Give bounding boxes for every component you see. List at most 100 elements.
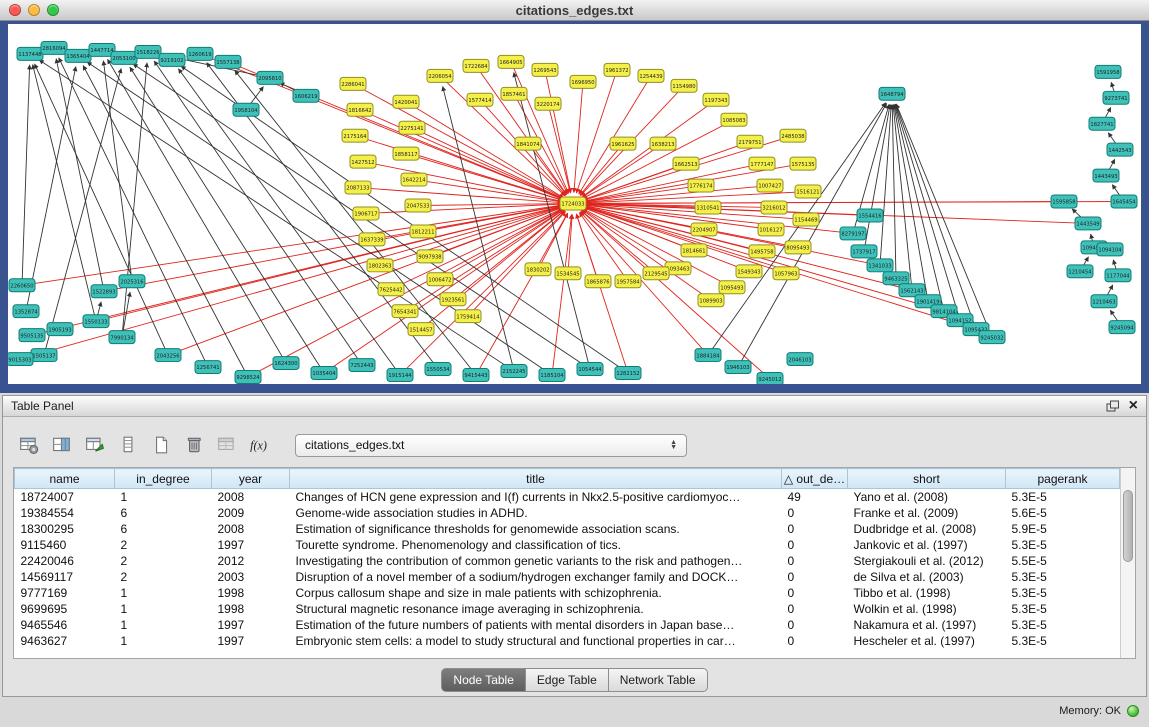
graph-node[interactable]: 9219102 [159, 53, 185, 66]
graph-node[interactable]: 1648794 [879, 87, 905, 100]
table-cell[interactable]: 0 [782, 521, 848, 537]
table-cell[interactable]: 0 [782, 553, 848, 569]
new-document-button[interactable] [147, 432, 175, 458]
tab-network-table[interactable]: Network Table [609, 668, 708, 692]
graph-node[interactable]: 1137448 [17, 47, 43, 60]
table-cell[interactable]: 5.3E-5 [1006, 537, 1120, 553]
graph-node[interactable]: 1638213 [650, 137, 676, 150]
table-cell[interactable]: Investigating the contribution of common… [290, 553, 782, 569]
table-cell[interactable]: 5.3E-5 [1006, 585, 1120, 601]
table-cell[interactable]: 2 [115, 553, 212, 569]
graph-node[interactable]: 1557138 [215, 55, 241, 68]
graph-node[interactable]: 1016127 [758, 223, 784, 236]
graph-node[interactable]: 1884184 [695, 349, 721, 362]
graph-node[interactable]: 1085083 [721, 113, 747, 126]
table-settings-button[interactable] [15, 432, 43, 458]
table-cell[interactable]: 2 [115, 537, 212, 553]
graph-node[interactable]: 1514457 [408, 323, 434, 336]
graph-node[interactable]: 9505135 [19, 329, 45, 342]
graph-node[interactable]: 1816642 [347, 103, 373, 116]
show-columns-button[interactable] [48, 432, 76, 458]
column-header-name[interactable]: name [15, 469, 115, 489]
table-cell[interactable]: Yano et al. (2008) [848, 489, 1006, 505]
graph-node[interactable]: 1591958 [1095, 65, 1121, 78]
table-cell[interactable]: 1998 [212, 601, 290, 617]
table-cell[interactable]: 2008 [212, 489, 290, 505]
table-cell[interactable]: Tourette syndrome. Phenomenology and cla… [290, 537, 782, 553]
graph-node[interactable]: 8095493 [785, 241, 811, 254]
graph-node[interactable]: 1812211 [410, 225, 436, 238]
column-header-short[interactable]: short [848, 469, 1006, 489]
delete-button[interactable] [180, 432, 208, 458]
table-cell[interactable]: 1 [115, 617, 212, 633]
table-cell[interactable]: 18724007 [15, 489, 115, 505]
table-row[interactable]: 1872400712008Changes of HCN gene express… [15, 489, 1120, 505]
table-cell[interactable]: 2009 [212, 505, 290, 521]
table-cell[interactable]: 2003 [212, 569, 290, 585]
column-header-year[interactable]: year [212, 469, 290, 489]
minimize-window-button[interactable] [28, 4, 40, 16]
table-cell[interactable]: 1997 [212, 633, 290, 649]
graph-node[interactable]: 1606219 [293, 89, 319, 102]
graph-node[interactable]: 1759414 [455, 310, 481, 323]
graph-node[interactable]: 2275141 [399, 121, 425, 134]
table-cell[interactable]: 9777169 [15, 585, 115, 601]
table-cell[interactable]: 0 [782, 505, 848, 521]
graph-node[interactable]: 9245012 [757, 373, 783, 384]
graph-node[interactable]: 1185104 [539, 369, 565, 382]
graph-node[interactable]: 2129545 [643, 267, 669, 280]
graph-node[interactable]: 1905193 [47, 323, 73, 336]
graph-node[interactable]: 1443549 [1075, 217, 1101, 230]
graph-node[interactable]: 1906717 [353, 207, 379, 220]
graph-node[interactable]: 1814661 [681, 244, 707, 257]
column-header-pagerank[interactable]: pagerank [1006, 469, 1120, 489]
graph-node[interactable]: 9463325 [883, 272, 909, 285]
graph-node[interactable]: 1858117 [393, 147, 419, 160]
graph-node[interactable]: 1495758 [749, 245, 775, 258]
table-row[interactable]: 946554611997Estimation of the future num… [15, 617, 1120, 633]
graph-node[interactable]: 2053100 [111, 51, 137, 64]
table-cell[interactable]: Corpus callosum shape and size in male p… [290, 585, 782, 601]
table-cell[interactable]: 9115460 [15, 537, 115, 553]
graph-node[interactable]: 1724033 [560, 197, 586, 210]
graph-node[interactable]: 1776174 [688, 179, 714, 192]
graph-node[interactable]: 1256741 [195, 361, 221, 374]
graph-node[interactable]: 1154980 [671, 79, 697, 92]
graph-node[interactable]: 1827741 [1089, 117, 1115, 130]
graph-node[interactable]: 1095493 [719, 281, 745, 294]
graph-node[interactable]: 7990134 [109, 331, 135, 344]
table-cell[interactable]: Changes of HCN gene expression and I(f) … [290, 489, 782, 505]
graph-node[interactable]: 1210463 [1091, 295, 1117, 308]
table-cell[interactable]: 5.3E-5 [1006, 569, 1120, 585]
table-cell[interactable]: 5.6E-5 [1006, 505, 1120, 521]
table-cell[interactable]: 0 [782, 537, 848, 553]
table-cell[interactable]: 5.5E-5 [1006, 553, 1120, 569]
graph-node[interactable]: 9298524 [235, 371, 261, 384]
graph-node[interactable]: 1802363 [367, 259, 393, 272]
table-cell[interactable]: 19384554 [15, 505, 115, 521]
graph-node[interactable]: 1365404 [65, 49, 91, 62]
table-cell[interactable]: Hescheler et al. (1997) [848, 633, 1006, 649]
graph-node[interactable]: 1269543 [532, 63, 558, 76]
table-cell[interactable]: 22420046 [15, 553, 115, 569]
graph-node[interactable]: 1516121 [795, 185, 821, 198]
tab-edge-table[interactable]: Edge Table [526, 668, 609, 692]
table-row[interactable]: 977716911998Corpus callosum shape and si… [15, 585, 1120, 601]
table-cell[interactable]: 2012 [212, 553, 290, 569]
graph-node[interactable]: 1094104 [1097, 243, 1123, 256]
table-cell[interactable]: 0 [782, 633, 848, 649]
table-cell[interactable]: 5.3E-5 [1006, 601, 1120, 617]
graph-node[interactable]: 1550133 [83, 315, 109, 328]
table-cell[interactable]: Dudbridge et al. (2008) [848, 521, 1006, 537]
graph-node[interactable]: 1549343 [736, 265, 762, 278]
table-cell[interactable]: 6 [115, 505, 212, 521]
table-cell[interactable]: Tibbo et al. (1998) [848, 585, 1006, 601]
graph-node[interactable]: 1035404 [311, 367, 337, 380]
table-row[interactable]: 946362711997Embryonic stem cells: a mode… [15, 633, 1120, 649]
graph-node[interactable]: 1737917 [851, 245, 877, 258]
table-cell[interactable]: Genome-wide association studies in ADHD. [290, 505, 782, 521]
graph-node[interactable]: 1577414 [467, 93, 493, 106]
graph-node[interactable]: 1154469 [793, 213, 819, 226]
graph-node[interactable]: 2179751 [737, 135, 763, 148]
graph-node[interactable]: 9097938 [417, 250, 443, 263]
